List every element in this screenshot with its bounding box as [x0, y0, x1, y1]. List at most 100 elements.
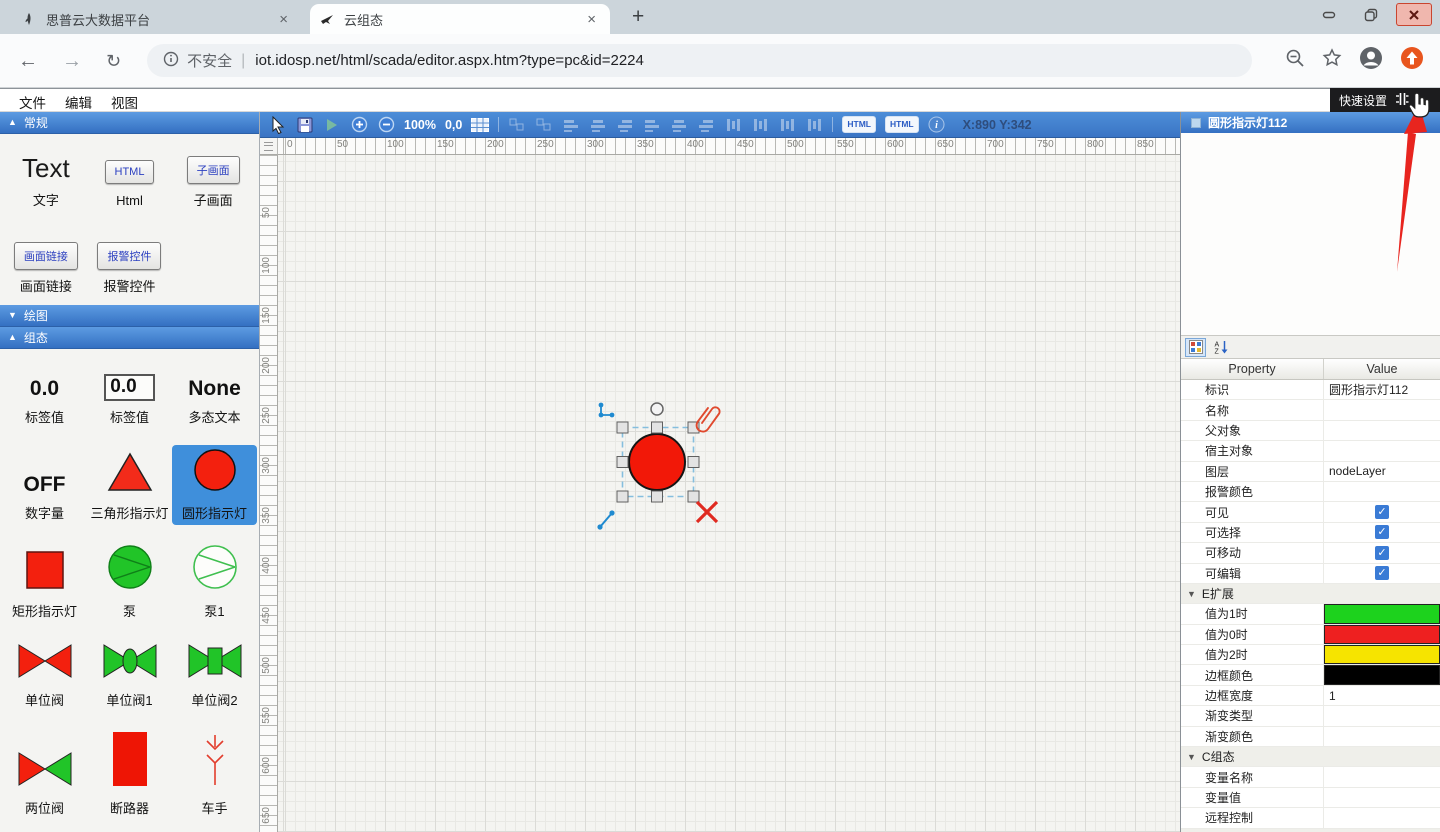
property-group-row[interactable]: ▼L标签文本: [1181, 829, 1440, 832]
palette-item[interactable]: 泵: [87, 541, 172, 623]
property-row[interactable]: 父对象: [1181, 421, 1440, 441]
palette-item[interactable]: None多态文本: [172, 361, 257, 429]
property-row[interactable]: 图层nodeLayer: [1181, 462, 1440, 482]
select-cursor-icon[interactable]: [269, 116, 287, 134]
property-value[interactable]: [1323, 645, 1440, 664]
palette-section-header-0[interactable]: ▲常规: [0, 112, 259, 134]
back-button[interactable]: ←: [18, 51, 38, 71]
menu-item-2[interactable]: 视图: [111, 92, 138, 112]
menu-item-1[interactable]: 编辑: [65, 92, 92, 112]
property-row[interactable]: 报警颜色: [1181, 482, 1440, 502]
property-value[interactable]: [1323, 767, 1440, 786]
property-value[interactable]: [1323, 788, 1440, 807]
menu-item-0[interactable]: 文件: [19, 92, 46, 112]
html-source-button[interactable]: HTML: [842, 116, 876, 133]
new-tab-button[interactable]: +: [624, 5, 652, 29]
property-row[interactable]: 可见✓: [1181, 502, 1440, 522]
property-value[interactable]: [1323, 665, 1440, 684]
palette-item[interactable]: 报警控件报警控件: [88, 230, 172, 298]
profile-avatar-icon[interactable]: [1359, 46, 1383, 75]
color-swatch[interactable]: [1324, 625, 1440, 644]
property-row[interactable]: 值为2时: [1181, 645, 1440, 665]
palette-item[interactable]: 车手: [172, 728, 257, 820]
property-value[interactable]: [1323, 421, 1440, 440]
palette-section-header-1[interactable]: ▼绘图: [0, 305, 259, 327]
zoom-out-page-icon[interactable]: [1285, 48, 1305, 73]
palette-item[interactable]: 子画面子画面: [171, 144, 255, 212]
property-row[interactable]: 标识圆形指示灯112: [1181, 380, 1440, 400]
palette-item[interactable]: 矩形指示灯: [2, 541, 87, 623]
palette-item[interactable]: OFF数字量: [2, 445, 87, 525]
property-group-row[interactable]: ▼E扩展: [1181, 584, 1440, 604]
object-tree[interactable]: [1181, 133, 1440, 336]
connect-icon[interactable]: [599, 403, 615, 418]
categorized-view-icon[interactable]: [1185, 338, 1206, 357]
rotate-handle[interactable]: [651, 403, 663, 415]
property-row[interactable]: 可编辑✓: [1181, 564, 1440, 584]
property-value[interactable]: ✓: [1323, 523, 1440, 542]
circle-indicator-shape[interactable]: [629, 434, 685, 490]
palette-item[interactable]: 0.0标签值: [87, 361, 172, 429]
property-row[interactable]: 边框宽度1: [1181, 686, 1440, 706]
property-group-row[interactable]: ▼C组态: [1181, 747, 1440, 767]
dock-panel-icon[interactable]: [1395, 92, 1409, 109]
color-swatch[interactable]: [1324, 665, 1440, 684]
palette-item[interactable]: 两位阀: [2, 728, 87, 820]
dropdown-caret-icon[interactable]: ▼: [1417, 95, 1426, 105]
browser-tab-scada[interactable]: 云组态 ×: [310, 4, 610, 34]
zoom-in-icon[interactable]: [350, 116, 368, 134]
run-icon[interactable]: [323, 116, 341, 134]
palette-section-header-2[interactable]: ▲组态: [0, 327, 259, 349]
save-icon[interactable]: [296, 116, 314, 134]
minimize-button[interactable]: [1312, 4, 1346, 25]
design-canvas[interactable]: [278, 155, 1180, 832]
property-row[interactable]: 变量名称: [1181, 767, 1440, 787]
property-value[interactable]: 1: [1323, 686, 1440, 705]
property-value[interactable]: [1323, 441, 1440, 460]
palette-item[interactable]: 圆形指示灯: [172, 445, 257, 525]
checkbox-checked-icon[interactable]: ✓: [1375, 546, 1389, 560]
property-value[interactable]: [1323, 706, 1440, 725]
site-info-icon[interactable]: [163, 51, 179, 71]
property-value[interactable]: 圆形指示灯112: [1323, 380, 1440, 399]
property-value[interactable]: [1323, 400, 1440, 419]
property-row[interactable]: 可移动✓: [1181, 543, 1440, 563]
property-row[interactable]: 远程控制: [1181, 808, 1440, 828]
property-row[interactable]: 名称: [1181, 400, 1440, 420]
html-preview-button[interactable]: HTML: [885, 116, 919, 133]
color-swatch[interactable]: [1324, 604, 1440, 623]
delete-x-icon[interactable]: [697, 502, 717, 522]
attach-paperclip-icon[interactable]: [697, 407, 720, 431]
property-value[interactable]: ✓: [1323, 502, 1440, 521]
selected-shape-group[interactable]: [590, 395, 730, 535]
sort-az-icon[interactable]: AZ: [1210, 338, 1231, 357]
checkbox-checked-icon[interactable]: ✓: [1375, 525, 1389, 539]
palette-item[interactable]: 0.0标签值: [2, 361, 87, 429]
close-tab-icon[interactable]: ×: [583, 10, 600, 29]
palette-item[interactable]: 断路器: [87, 728, 172, 820]
palette-item[interactable]: HTMLHtml: [88, 144, 172, 212]
zoom-out-icon[interactable]: [377, 116, 395, 134]
property-value[interactable]: nodeLayer: [1323, 462, 1440, 481]
palette-item[interactable]: 泵1: [172, 541, 257, 623]
address-bar[interactable]: 不安全 | iot.idosp.net/html/scada/editor.as…: [147, 44, 1252, 77]
close-tab-icon[interactable]: ×: [275, 10, 292, 29]
forward-button[interactable]: →: [62, 51, 82, 71]
color-swatch[interactable]: [1324, 645, 1440, 664]
palette-item[interactable]: Text文字: [4, 144, 88, 212]
palette-item[interactable]: 单位阀1: [87, 640, 172, 712]
palette-item[interactable]: 三角形指示灯: [87, 445, 172, 525]
bookmark-star-icon[interactable]: [1322, 48, 1342, 73]
property-row[interactable]: 值为1时: [1181, 604, 1440, 624]
browser-tab-platform[interactable]: 思普云大数据平台 ×: [12, 4, 302, 34]
grid-toggle-icon[interactable]: [471, 116, 489, 134]
property-value[interactable]: ✓: [1323, 564, 1440, 583]
palette-item[interactable]: 单位阀2: [172, 640, 257, 712]
restore-button[interactable]: [1354, 4, 1388, 25]
property-row[interactable]: 渐变类型: [1181, 706, 1440, 726]
property-value[interactable]: [1323, 625, 1440, 644]
property-value[interactable]: [1323, 604, 1440, 623]
property-value[interactable]: [1323, 808, 1440, 827]
quick-settings-button[interactable]: 快速设置 ▼: [1330, 88, 1440, 112]
property-row[interactable]: 宿主对象: [1181, 441, 1440, 461]
